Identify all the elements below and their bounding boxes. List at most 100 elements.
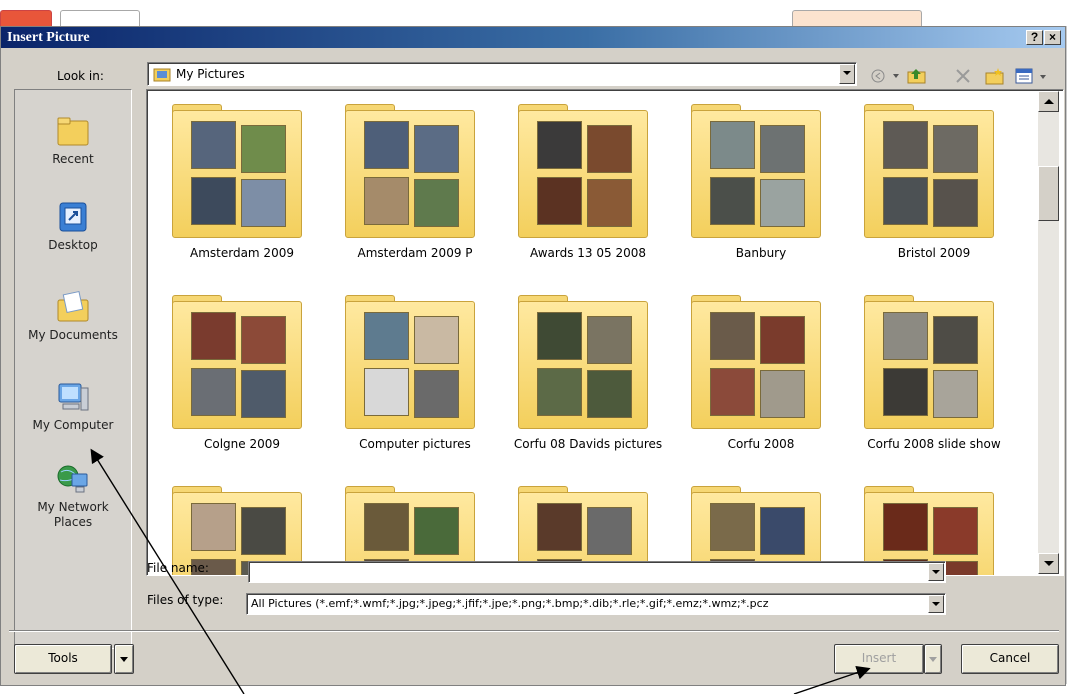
tools-button-label: Tools: [48, 651, 78, 665]
place-my-computer[interactable]: My Computer: [15, 380, 131, 433]
folder-name: Amsterdam 2009 P: [357, 246, 473, 260]
photo-thumbnail: [364, 503, 409, 551]
chevron-down-icon: [929, 657, 937, 662]
network-places-icon: [57, 465, 88, 493]
up-one-level-icon[interactable]: [905, 65, 929, 87]
folder-item[interactable]: Corfu 2008: [681, 291, 841, 471]
my-documents-icon: [57, 290, 89, 322]
photo-thumbnail: [537, 121, 582, 169]
cancel-button[interactable]: Cancel: [961, 644, 1059, 674]
folder-name: Corfu 2008 slide show: [867, 437, 1001, 451]
views-icon[interactable]: [1013, 65, 1053, 87]
photo-thumbnail: [587, 125, 632, 173]
tools-button[interactable]: Tools: [14, 644, 112, 674]
files-of-type-dropdown-arrow[interactable]: [928, 595, 944, 613]
folder-item[interactable]: Computer pictures: [335, 291, 495, 471]
photo-thumbnail: [241, 316, 286, 364]
file-list-view[interactable]: Corfu 2008 slide show Corfu 2008 Corfu 08 …: [146, 89, 1064, 576]
vertical-scrollbar[interactable]: [1038, 91, 1059, 574]
place-label: Recent: [52, 152, 94, 166]
photo-thumbnail: [587, 179, 632, 227]
insert-picture-dialog: Insert Picture ? × Look in: My Pictures: [0, 26, 1066, 686]
background-app-strip: [0, 0, 1086, 26]
back-button[interactable]: [869, 65, 903, 87]
place-recent[interactable]: Recent: [15, 114, 131, 167]
scroll-thumb[interactable]: [1038, 166, 1059, 221]
files-of-type-dropdown[interactable]: All Pictures (*.emf;*.wmf;*.jpg;*.jpeg;*…: [246, 593, 946, 615]
chevron-down-icon: [120, 657, 128, 662]
photo-thumbnail: [364, 121, 409, 169]
file-name-input[interactable]: [248, 561, 946, 583]
folder-name: Amsterdam 2009: [190, 246, 294, 260]
folder-name: Colgne 2009: [203, 437, 280, 451]
file-name-dropdown-arrow[interactable]: [928, 563, 944, 581]
dialog-title: Insert Picture: [7, 30, 90, 45]
photo-thumbnail: [710, 312, 755, 360]
new-folder-icon[interactable]: [983, 65, 1007, 87]
cancel-button-label: Cancel: [989, 651, 1031, 665]
photo-thumbnail: [883, 312, 928, 360]
photo-thumbnail: [414, 370, 459, 418]
background-app-edge: [1066, 26, 1086, 694]
folder-item[interactable]: Colgne 2009: [162, 291, 322, 471]
photo-thumbnail: [883, 368, 928, 416]
folder-item[interactable]: Bristol 2009: [854, 100, 1014, 280]
tools-dropdown-arrow[interactable]: [114, 644, 134, 674]
photo-thumbnail: [537, 312, 582, 360]
scroll-up-button[interactable]: [1038, 91, 1059, 112]
place-label: My Network: [37, 500, 109, 514]
place-my-network-places[interactable]: My Network Places: [15, 462, 131, 530]
photo-thumbnail: [241, 125, 286, 173]
photo-thumbnail: [191, 121, 236, 169]
photo-thumbnail: [883, 121, 928, 169]
folder-item[interactable]: Corfu 08 Davids pictures: [508, 291, 668, 471]
scroll-down-button[interactable]: [1038, 553, 1059, 574]
place-label-line2: Places: [53, 515, 93, 529]
place-label: My Documents: [28, 328, 118, 342]
look-in-label: Look in:: [57, 69, 104, 83]
folder-item[interactable]: Banbury: [681, 100, 841, 280]
insert-dropdown-arrow[interactable]: [924, 644, 942, 674]
photo-thumbnail: [760, 370, 805, 418]
recent-folder-icon: [57, 117, 89, 146]
dialog-divider: [9, 630, 1059, 632]
folder-item[interactable]: Amsterdam 2009: [162, 100, 322, 280]
folder-item[interactable]: Amsterdam 2009 P: [335, 100, 495, 280]
folder-item[interactable]: Awards 13 05 2008: [508, 100, 668, 280]
folder-item[interactable]: Corfu 2008 slide show: [854, 291, 1014, 471]
photo-thumbnail: [537, 177, 582, 225]
delete-icon[interactable]: [952, 65, 974, 87]
files-of-type-label: Files of type:: [147, 593, 224, 607]
photo-thumbnail: [760, 125, 805, 173]
photo-thumbnail: [364, 312, 409, 360]
photo-thumbnail: [414, 316, 459, 364]
photo-thumbnail: [241, 507, 286, 555]
look-in-dropdown[interactable]: My Pictures: [147, 62, 857, 86]
insert-button[interactable]: Insert: [834, 644, 924, 674]
help-button[interactable]: ?: [1026, 30, 1043, 45]
photo-thumbnail: [587, 370, 632, 418]
photo-thumbnail: [933, 125, 978, 173]
place-desktop[interactable]: Desktop: [15, 200, 131, 253]
photo-thumbnail: [537, 368, 582, 416]
folder-icon: [172, 110, 302, 238]
photo-thumbnail: [933, 507, 978, 555]
photo-thumbnail: [883, 503, 928, 551]
close-button[interactable]: ×: [1044, 30, 1061, 45]
photo-thumbnail: [191, 312, 236, 360]
folder-icon: [518, 301, 648, 429]
folder-icon: [691, 110, 821, 238]
places-bar: Recent Desktop My Documents My Computer …: [14, 89, 132, 649]
background-tab: [792, 10, 922, 26]
photo-thumbnail: [933, 316, 978, 364]
photo-thumbnail: [933, 179, 978, 227]
photo-thumbnail: [364, 177, 409, 225]
photo-thumbnail: [587, 316, 632, 364]
look-in-dropdown-arrow[interactable]: [839, 64, 855, 84]
photo-thumbnail: [537, 503, 582, 551]
place-my-documents[interactable]: My Documents: [15, 290, 131, 343]
photo-thumbnail: [191, 177, 236, 225]
file-name-label: File name:: [147, 561, 209, 575]
folder-name: Corfu 08 Davids pictures: [513, 437, 663, 451]
photo-thumbnail: [191, 503, 236, 551]
